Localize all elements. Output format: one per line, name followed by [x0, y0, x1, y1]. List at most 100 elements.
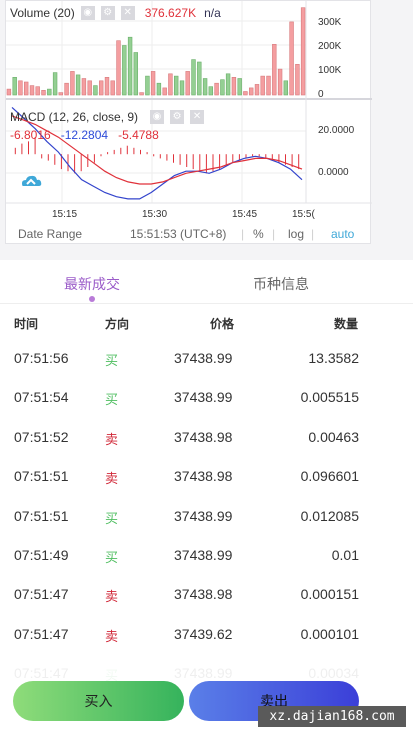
trade-qty: 0.000151 — [300, 586, 359, 603]
volume-bar — [110, 80, 115, 96]
volume-bar — [220, 79, 225, 96]
log-toggle[interactable]: log — [288, 227, 304, 241]
time-label: 15:30 — [142, 209, 168, 220]
trades-table-header: 时间 方向 价格 数量 — [0, 306, 413, 336]
chart-section: Volume (20) ◉ ⚙ ✕ 376.627K n/a MACD (12,… — [0, 0, 413, 260]
trade-direction: 卖 — [105, 471, 119, 487]
trade-direction: 卖 — [105, 589, 119, 605]
volume-bar — [18, 80, 23, 96]
volume-bar — [29, 85, 35, 96]
table-row[interactable]: 07:51:47 卖 37438.98 0.000151 — [0, 572, 413, 612]
volume-bar — [249, 87, 254, 96]
header-direction: 方向 — [105, 317, 130, 331]
volume-bar — [197, 61, 202, 96]
macd-value-3: -5.4788 — [118, 128, 159, 142]
gear-icon[interactable]: ⚙ — [100, 6, 115, 20]
volume-bar — [243, 91, 248, 96]
gear-icon[interactable]: ⚙ — [170, 110, 185, 124]
macd-legend-label: MACD (12, 26, close, 9) — [10, 110, 139, 124]
auto-toggle[interactable]: auto — [331, 227, 354, 241]
volume-axis-300k: 300K — [318, 17, 342, 28]
volume-bar — [295, 63, 300, 96]
trade-time: 07:51:47 — [14, 625, 69, 642]
footer-divider: | — [241, 227, 245, 241]
macd-axis-20: 20.0000 — [318, 125, 355, 136]
table-row[interactable]: 07:51:49 买 37438.99 0.01 — [0, 533, 413, 573]
volume-bar — [139, 92, 144, 96]
volume-bar — [179, 80, 185, 96]
volume-bar — [99, 80, 104, 96]
trade-price: 37438.98 — [174, 428, 233, 445]
volume-bar — [289, 21, 294, 96]
macd-value-2: -12.2804 — [60, 128, 109, 142]
eye-icon[interactable]: ◉ — [150, 110, 165, 124]
trade-qty: 0.005515 — [300, 389, 359, 406]
trade-qty: 0.096601 — [300, 468, 359, 485]
volume-bar — [168, 73, 173, 96]
table-row[interactable]: 07:51:51 卖 37438.98 0.096601 — [0, 454, 413, 494]
tab-latest-trades[interactable]: 最新成交 — [64, 274, 120, 294]
footer-divider: | — [311, 227, 315, 241]
volume-bar — [87, 80, 92, 96]
volume-bar — [116, 40, 121, 96]
table-row[interactable]: 07:51:47 卖 37439.62 0.000101 — [0, 612, 413, 652]
trade-direction: 买 — [105, 550, 119, 565]
volume-axis-200k: 200K — [318, 41, 342, 52]
trade-direction: 买 — [105, 510, 119, 526]
volume-bar — [225, 73, 231, 96]
volume-bar — [41, 90, 46, 96]
time-label: 15:15 — [52, 209, 78, 220]
volume-bar — [81, 78, 87, 96]
eye-icon[interactable]: ◉ — [80, 6, 95, 20]
table-row[interactable]: 07:51:51 买 37438.99 0.012085 — [0, 494, 413, 534]
trade-direction: 买 — [105, 392, 119, 408]
trade-price: 37438.99 — [174, 350, 233, 366]
percent-toggle[interactable]: % — [253, 227, 264, 241]
volume-bar — [283, 80, 288, 96]
volume-legend-extra: n/a — [204, 6, 221, 20]
trade-direction: 买 — [105, 353, 119, 368]
volume-bar — [237, 78, 242, 96]
volume-bar — [23, 81, 29, 96]
time-label: 15:5( — [292, 209, 315, 220]
macd-values: -6.8016 -12.2804 -5.4788 — [10, 128, 159, 142]
volume-bar — [70, 71, 75, 96]
macd-axis-0: 0.0000 — [318, 167, 349, 178]
trade-time: 07:51:51 — [14, 468, 69, 485]
volume-legend: Volume (20) ◉ ⚙ ✕ 376.627K n/a — [10, 6, 221, 20]
trade-time: 07:51:49 — [14, 547, 69, 563]
volume-bar — [35, 86, 40, 96]
chart-panel[interactable]: Volume (20) ◉ ⚙ ✕ 376.627K n/a MACD (12,… — [5, 0, 372, 244]
macd-value-1: -6.8016 — [10, 128, 51, 142]
volume-bar — [127, 36, 133, 96]
close-icon[interactable]: ✕ — [190, 110, 205, 124]
volume-bar — [231, 77, 237, 96]
close-icon[interactable]: ✕ — [120, 6, 135, 20]
volume-bar — [133, 52, 139, 96]
volume-bar — [58, 92, 64, 96]
buy-button[interactable]: 买入 — [13, 681, 184, 721]
volume-bar — [266, 75, 271, 96]
date-range-button[interactable]: Date Range — [18, 227, 82, 241]
volume-bar — [12, 77, 17, 96]
trade-qty: 13.3582 — [308, 350, 359, 366]
footer-divider: | — [272, 227, 276, 241]
trade-price: 37438.99 — [174, 507, 233, 524]
chart-clock: 15:51:53 (UTC+8) — [130, 227, 227, 241]
trade-price: 37438.98 — [174, 586, 233, 603]
trade-time: 07:51:56 — [14, 350, 69, 366]
table-row[interactable]: 07:51:56 买 37438.99 13.3582 — [0, 336, 413, 376]
active-tab-indicator — [89, 296, 95, 302]
table-row[interactable]: 07:51:52 卖 37438.98 0.00463 — [0, 415, 413, 455]
trade-time: 07:51:54 — [14, 389, 69, 406]
tab-coin-info[interactable]: 币种信息 — [253, 274, 309, 294]
header-qty: 数量 — [334, 317, 359, 331]
volume-bar — [214, 82, 219, 96]
chart-footer: Date Range 15:51:53 (UTC+8) | % | log | … — [6, 223, 372, 243]
volume-bar — [191, 59, 196, 96]
volume-axis-100k: 100K — [318, 65, 342, 76]
table-row[interactable]: 07:51:54 买 37438.99 0.005515 — [0, 375, 413, 415]
volume-bar — [122, 45, 127, 96]
volume-bar — [104, 77, 110, 96]
trade-direction: 卖 — [105, 628, 119, 644]
